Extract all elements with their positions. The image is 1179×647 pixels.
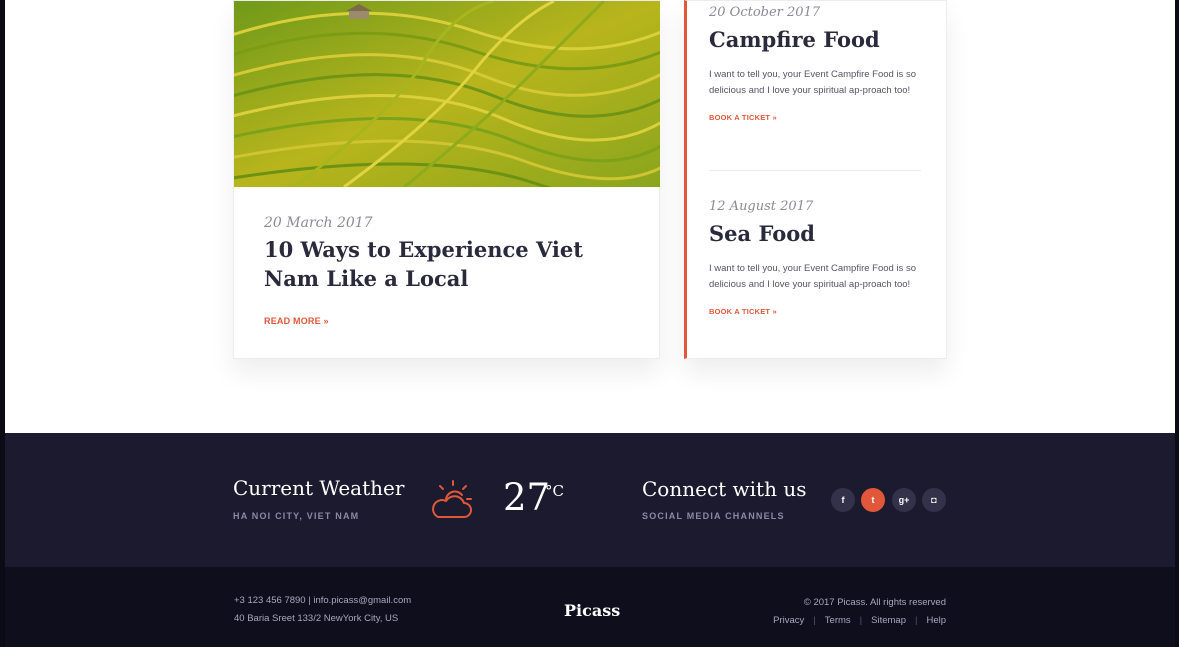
- events-card: 20 October 2017 Campfire Food I want to …: [684, 0, 947, 359]
- event-name[interactable]: Sea Food: [709, 219, 931, 249]
- page-frame-right: [1175, 0, 1179, 647]
- privacy-link[interactable]: Privacy: [773, 615, 804, 626]
- post-title[interactable]: 10 Ways to Experience Viet Nam Like a Lo…: [264, 235, 644, 293]
- featured-post-image[interactable]: [234, 1, 660, 187]
- event-item: 20 October 2017 Campfire Food I want to …: [709, 3, 931, 122]
- terms-link[interactable]: Terms: [825, 615, 851, 626]
- book-ticket-link[interactable]: BOOK A TICKET »: [709, 307, 931, 316]
- event-date: 12 August 2017: [709, 199, 814, 214]
- facebook-icon[interactable]: f: [831, 488, 855, 512]
- connect-subtitle: SOCIAL MEDIA CHANNELS: [642, 511, 785, 521]
- footer-logo[interactable]: Picass: [564, 601, 620, 620]
- separator: |: [813, 615, 816, 626]
- footer-top-bar: [5, 433, 1175, 567]
- weather-title: Current Weather: [233, 476, 405, 500]
- divider: [709, 170, 921, 171]
- read-more-link[interactable]: READ MORE »: [264, 316, 329, 326]
- event-description: I want to tell you, your Event Campfire …: [709, 69, 916, 96]
- connect-title: Connect with us: [642, 477, 807, 501]
- address: 40 Baria Sreet 133/2 NewYork City, US: [234, 613, 399, 624]
- weather-location: HA NOI CITY, VIET NAM: [233, 511, 360, 521]
- footer-links: Privacy | Terms | Sitemap | Help: [700, 615, 946, 626]
- google-plus-icon[interactable]: g+: [892, 488, 916, 512]
- temperature-value: 27: [503, 476, 551, 519]
- book-ticket-link[interactable]: BOOK A TICKET »: [709, 113, 931, 122]
- twitter-icon[interactable]: t: [861, 488, 885, 512]
- temperature-unit: °C: [545, 482, 564, 500]
- separator: |: [914, 615, 918, 626]
- contact-info[interactable]: +3 123 456 7890 | info.picass@gmail.com: [234, 595, 411, 606]
- post-date: 20 March 2017: [264, 215, 373, 231]
- copyright: © 2017 Picass. All rights reserved: [803, 597, 946, 608]
- event-item: 12 August 2017 Sea Food I want to tell y…: [709, 197, 931, 316]
- event-date: 20 October 2017: [709, 5, 821, 20]
- featured-post-card[interactable]: 20 March 2017 10 Ways to Experience Viet…: [233, 0, 660, 359]
- instagram-icon[interactable]: ◘: [922, 488, 946, 512]
- sitemap-link[interactable]: Sitemap: [871, 615, 906, 626]
- event-name[interactable]: Campfire Food: [709, 25, 931, 55]
- separator: |: [859, 615, 863, 626]
- help-link[interactable]: Help: [926, 615, 946, 626]
- event-description: I want to tell you, your Event Campfire …: [709, 263, 916, 290]
- partly-cloudy-sun-icon: [428, 479, 476, 521]
